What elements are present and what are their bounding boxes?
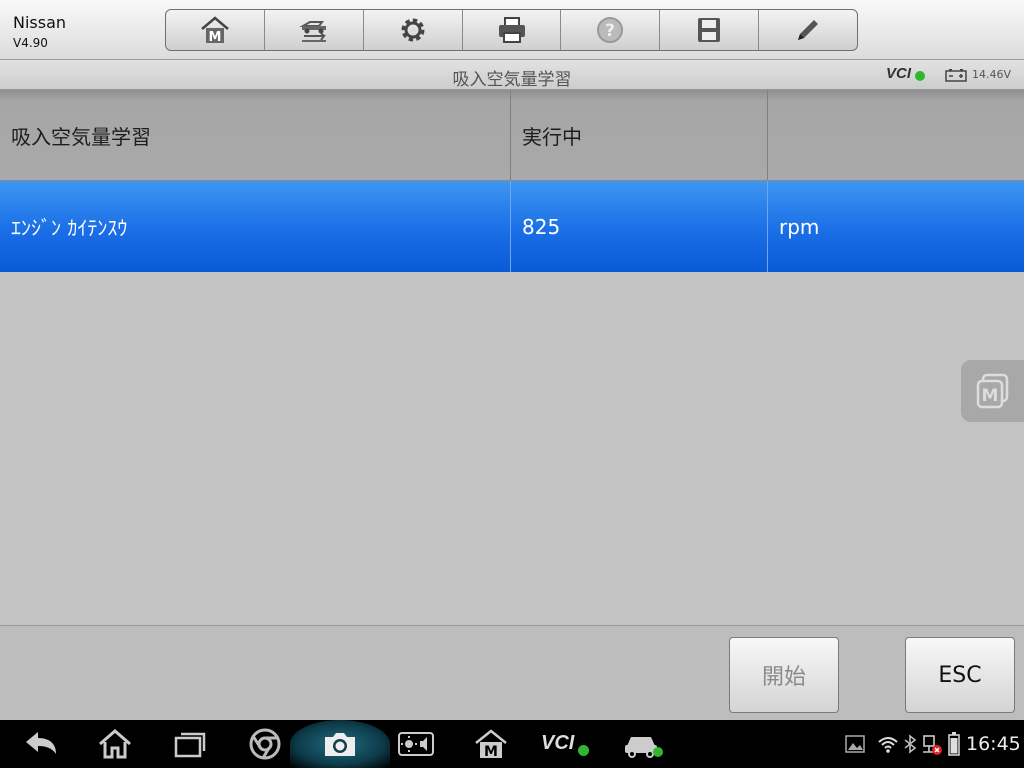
battery-icon	[945, 69, 967, 82]
start-button[interactable]: 開始	[729, 637, 839, 713]
app-name: Nissan	[13, 13, 67, 32]
esc-button[interactable]: ESC	[905, 637, 1015, 713]
table-row[interactable]: ｴﾝｼﾞﾝ ｶｲﾃﾝｽｳ 825 rpm	[0, 181, 1024, 272]
gear-icon	[401, 18, 425, 42]
help-button[interactable]: ?	[561, 10, 661, 50]
vci-status-label: VCI	[886, 65, 912, 82]
table-cell-item: ｴﾝｼﾞﾝ ｶｲﾃﾝｽｳ	[0, 181, 511, 272]
toolbar: M ?	[165, 9, 858, 51]
home-button[interactable]: M	[166, 10, 265, 50]
brightness-volume-icon[interactable]	[397, 728, 435, 760]
bottom-action-bar: 開始 ESC	[0, 625, 1024, 720]
pencil-icon	[798, 20, 819, 40]
system-navigation-bar: M VCI 16:45	[0, 720, 1024, 768]
svg-text:?: ?	[605, 21, 615, 41]
save-icon	[698, 18, 721, 42]
floating-m-icon: M	[976, 373, 1008, 409]
home-m-icon: M	[201, 16, 229, 45]
table-cell-value: 825	[511, 181, 768, 272]
vci-nav-check-icon	[578, 745, 589, 756]
table-header-row: 吸入空気量学習 実行中	[0, 90, 1024, 181]
edit-button[interactable]	[759, 10, 857, 50]
table-header-cell	[768, 90, 1024, 180]
table-header-cell: 吸入空気量学習	[0, 90, 511, 180]
app-header: Nissan V4.90 M ?	[0, 0, 1024, 60]
svg-text:M: M	[484, 744, 498, 760]
settings-button[interactable]	[364, 10, 463, 50]
battery-voltage: 14.46V	[972, 68, 1012, 81]
camera-icon[interactable]	[322, 728, 358, 760]
save-button[interactable]	[660, 10, 760, 50]
wifi-icon	[878, 737, 898, 753]
home-icon[interactable]	[97, 728, 133, 760]
maxisys-m-icon[interactable]: M	[474, 728, 508, 760]
bluetooth-icon	[904, 734, 917, 754]
vci-connected-check-icon	[915, 71, 925, 81]
page-title: 吸入空気量学習	[452, 70, 572, 90]
back-icon[interactable]	[22, 728, 60, 760]
print-button[interactable]	[463, 10, 562, 50]
app-version: V4.90	[13, 36, 48, 50]
vci-status-nav[interactable]: VCI	[541, 732, 574, 755]
vehicle-swap-button[interactable]	[265, 10, 364, 50]
network-disconnected-icon	[923, 735, 942, 755]
vehicle-icon[interactable]	[623, 728, 665, 760]
printer-icon	[498, 17, 525, 43]
recent-apps-icon[interactable]	[172, 728, 208, 760]
svg-text:M: M	[208, 30, 221, 45]
clock: 16:45	[966, 733, 1021, 755]
svg-text:M: M	[981, 386, 998, 406]
chrome-icon[interactable]	[248, 728, 282, 760]
table-header-cell: 実行中	[511, 90, 768, 180]
battery-status-icon	[948, 732, 960, 756]
table-cell-unit: rpm	[779, 214, 820, 239]
floating-menu-button[interactable]: M	[961, 360, 1024, 422]
title-bar: 吸入空気量学習 VCI 14.46V	[0, 60, 1024, 90]
gallery-notification-icon	[845, 735, 865, 753]
vehicle-swap-icon	[299, 21, 326, 42]
help-icon: ?	[597, 17, 624, 43]
